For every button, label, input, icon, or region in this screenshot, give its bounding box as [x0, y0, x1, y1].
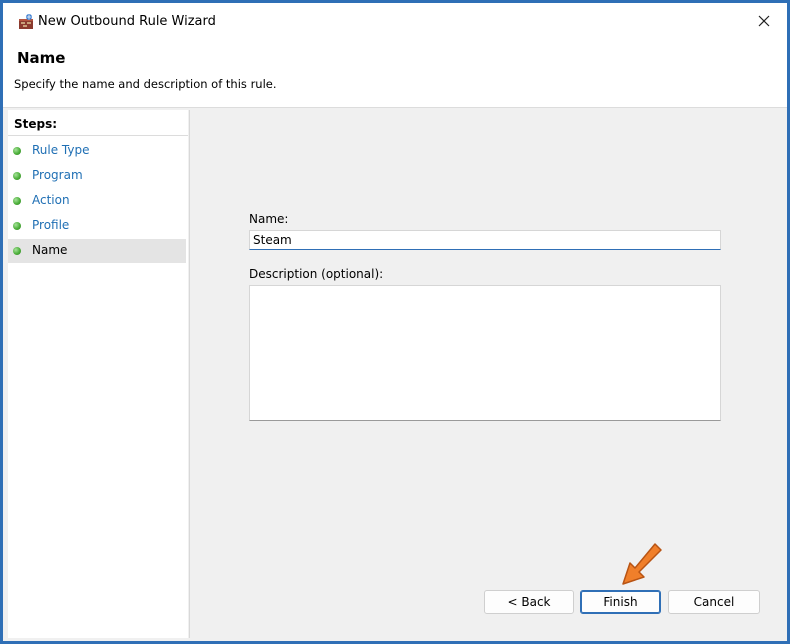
steps-heading: Steps: — [14, 117, 58, 131]
step-label: Name — [32, 243, 68, 257]
description-input[interactable] — [249, 285, 721, 421]
title-bar: New Outbound Rule Wizard — [3, 3, 787, 41]
content-divider — [189, 110, 190, 638]
step-complete-icon — [13, 247, 21, 255]
step-rule-type[interactable]: Rule Type — [8, 139, 186, 163]
name-label: Name: — [249, 212, 289, 226]
steps-divider — [8, 135, 188, 136]
step-complete-icon — [13, 172, 21, 180]
firewall-icon — [19, 14, 33, 29]
steps-panel: Steps: Rule Type Program Action Profile — [8, 110, 188, 638]
close-icon — [758, 15, 770, 27]
name-input[interactable] — [249, 230, 721, 250]
wizard-window: New Outbound Rule Wizard Name Specify th… — [3, 3, 787, 641]
back-button[interactable]: < Back — [484, 590, 574, 614]
page-subtitle: Specify the name and description of this… — [14, 77, 277, 91]
step-complete-icon — [13, 222, 21, 230]
wizard-header: Name Specify the name and description of… — [3, 41, 787, 108]
step-label: Action — [32, 193, 70, 207]
step-label: Rule Type — [32, 143, 90, 157]
cancel-button[interactable]: Cancel — [668, 590, 760, 614]
step-name[interactable]: Name — [8, 239, 186, 263]
description-label: Description (optional): — [249, 267, 384, 281]
step-complete-icon — [13, 147, 21, 155]
finish-button[interactable]: Finish — [580, 590, 661, 614]
wizard-body: Steps: Rule Type Program Action Profile — [3, 108, 787, 641]
close-button[interactable] — [741, 3, 787, 39]
step-label: Program — [32, 168, 83, 182]
step-profile[interactable]: Profile — [8, 214, 186, 238]
step-label: Profile — [32, 218, 70, 232]
window-title: New Outbound Rule Wizard — [38, 14, 216, 29]
step-complete-icon — [13, 197, 21, 205]
step-program[interactable]: Program — [8, 164, 186, 188]
page-title: Name — [17, 49, 66, 67]
step-action[interactable]: Action — [8, 189, 186, 213]
window-frame: New Outbound Rule Wizard Name Specify th… — [0, 0, 790, 644]
